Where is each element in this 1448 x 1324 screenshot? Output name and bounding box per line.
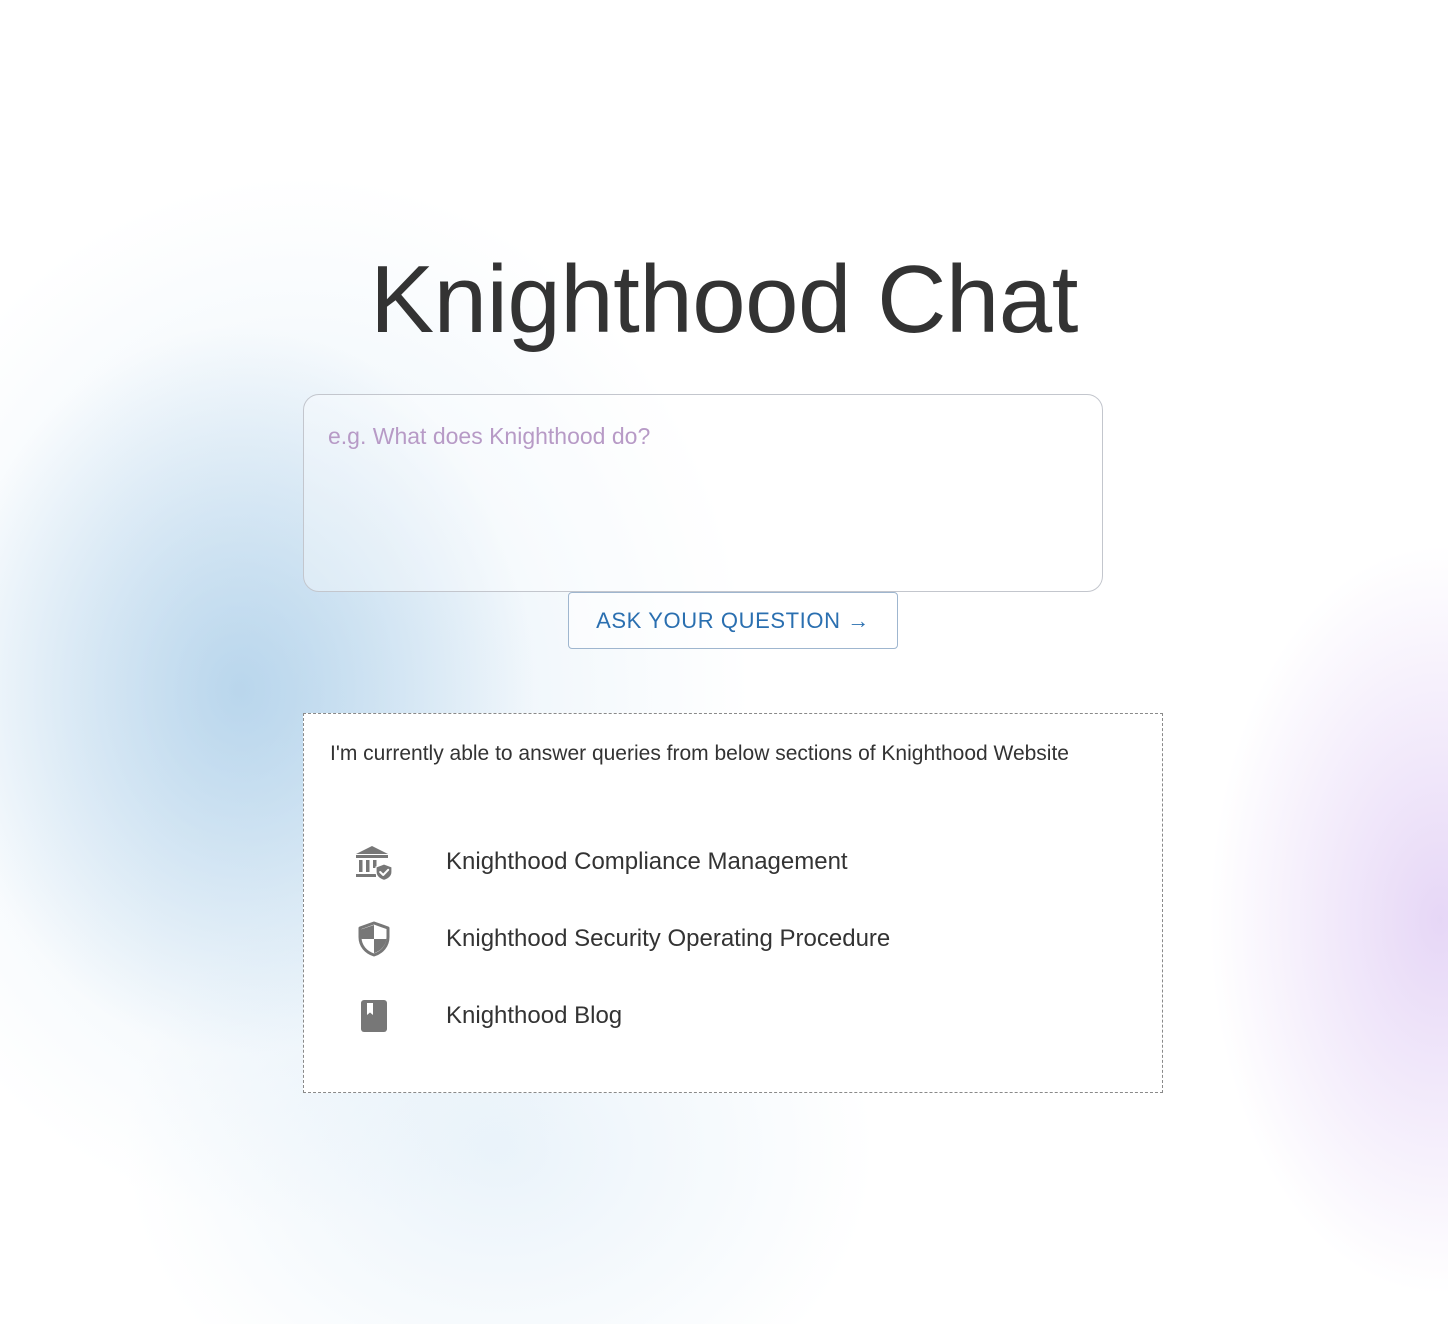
ask-question-button[interactable]: ASK YOUR QUESTION → [568, 592, 898, 649]
sources-intro-text: I'm currently able to answer queries fro… [330, 742, 1069, 765]
sources-panel: I'm currently able to answer queries fro… [303, 713, 1163, 1093]
source-item-compliance-management[interactable]: Knighthood Compliance Management [354, 839, 848, 885]
question-input[interactable] [303, 394, 1103, 592]
source-item-security-operating-procedure[interactable]: Knighthood Security Operating Procedure [354, 916, 890, 962]
source-item-blog[interactable]: Knighthood Blog [354, 993, 622, 1039]
source-item-label: Knighthood Security Operating Procedure [446, 925, 891, 952]
bank-shield-icon [354, 842, 394, 882]
page-title: Knighthood Chat [370, 246, 1078, 353]
book-icon [354, 996, 394, 1036]
shield-icon [354, 919, 394, 959]
source-item-label: Knighthood Blog [446, 1002, 623, 1029]
source-item-label: Knighthood Compliance Management [446, 848, 848, 875]
